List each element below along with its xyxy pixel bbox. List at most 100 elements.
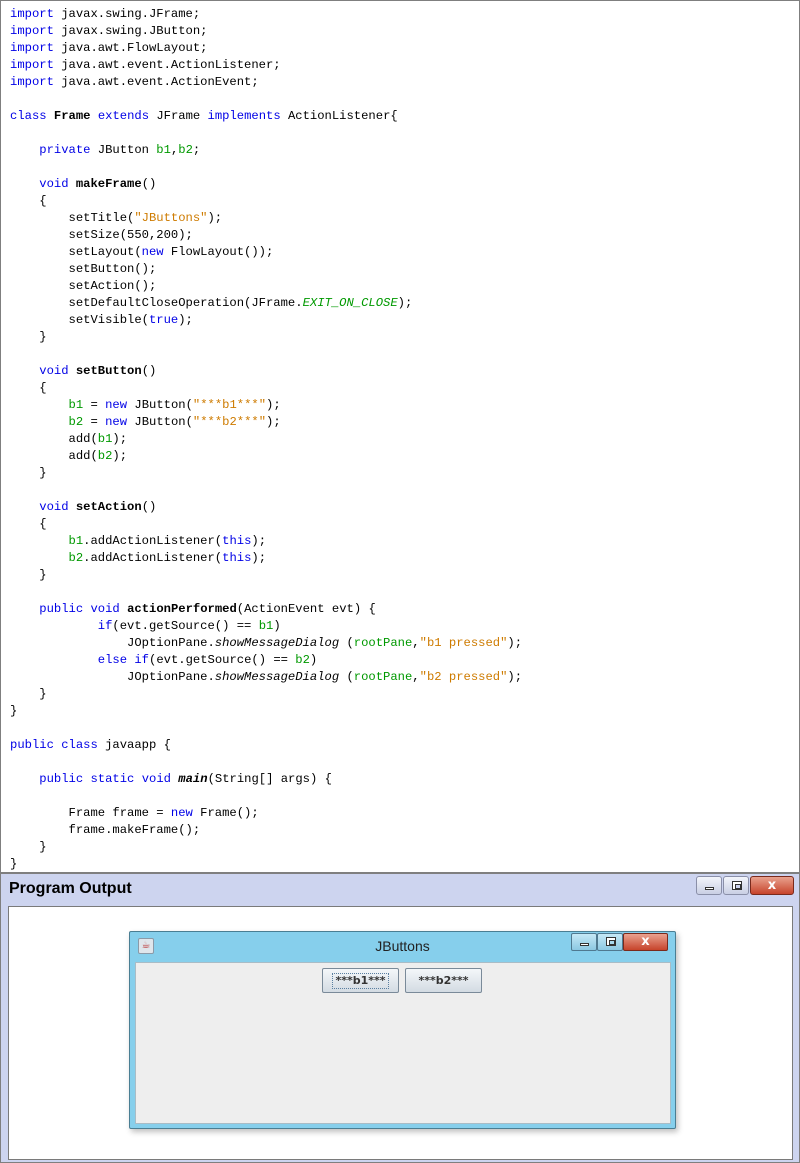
code-line: import java.awt.event.ActionListener; bbox=[10, 57, 522, 74]
code-token: { bbox=[10, 194, 47, 208]
code-token: ); bbox=[178, 313, 193, 327]
code-token: public bbox=[39, 772, 84, 786]
maximize-icon bbox=[732, 881, 742, 890]
code-token: ); bbox=[507, 670, 523, 684]
minimize-icon bbox=[705, 887, 714, 890]
code-line: void setAction() bbox=[10, 499, 522, 516]
code-token: add( bbox=[10, 449, 98, 463]
close-icon: x bbox=[641, 934, 650, 949]
code-token: else bbox=[97, 653, 128, 667]
code-token: , bbox=[412, 670, 420, 684]
code-token: b1 bbox=[68, 398, 84, 412]
code-token: } bbox=[10, 857, 18, 871]
code-token: JButton( bbox=[127, 398, 193, 412]
code-token: setAction(); bbox=[10, 279, 157, 293]
code-token: (evt.getSource() == bbox=[149, 653, 296, 667]
code-token: java.awt.event.ActionEvent; bbox=[53, 75, 259, 89]
code-token: setButton bbox=[75, 364, 142, 378]
code-token: add( bbox=[10, 432, 98, 446]
code-token: JFrame bbox=[149, 109, 208, 123]
code-line: } bbox=[10, 703, 522, 720]
output-window-title: Program Output bbox=[9, 880, 132, 897]
code-token: if bbox=[97, 619, 113, 633]
code-token: Frame frame = bbox=[10, 806, 171, 820]
b2-button[interactable]: ***b2*** bbox=[405, 968, 482, 993]
b1-button-label: ***b1*** bbox=[332, 972, 389, 989]
output-close-button[interactable]: x bbox=[750, 876, 794, 895]
code-token: .addActionListener( bbox=[83, 534, 223, 548]
code-token: "b1 pressed" bbox=[419, 636, 508, 650]
code-token: this bbox=[222, 551, 252, 565]
code-token: makeFrame bbox=[75, 177, 142, 191]
code-token: = bbox=[83, 398, 106, 412]
code-token: } bbox=[10, 704, 18, 718]
code-token: ); bbox=[266, 398, 281, 412]
code-line: import java.awt.event.ActionEvent; bbox=[10, 74, 522, 91]
code-line: setVisible(true); bbox=[10, 312, 522, 329]
code-line: class Frame extends JFrame implements Ac… bbox=[10, 108, 522, 125]
source-code[interactable]: import javax.swing.JFrame; import javax.s… bbox=[10, 6, 523, 872]
code-token: import bbox=[10, 24, 54, 38]
code-token: ); bbox=[397, 296, 413, 310]
code-line: { bbox=[10, 380, 522, 397]
code-token: void bbox=[39, 177, 69, 191]
b1-button[interactable]: ***b1*** bbox=[322, 968, 399, 993]
code-line: add(b1); bbox=[10, 431, 522, 448]
code-token: b1 bbox=[68, 534, 84, 548]
code-token: ( bbox=[339, 636, 354, 650]
code-token: true bbox=[148, 313, 179, 327]
code-token: ); bbox=[207, 211, 223, 225]
output-maximize-button[interactable] bbox=[723, 876, 749, 895]
code-token: = bbox=[83, 415, 106, 429]
code-token: } bbox=[10, 330, 47, 344]
code-token: JButton bbox=[90, 143, 157, 157]
code-token: () bbox=[141, 364, 157, 378]
code-token: frame.makeFrame(); bbox=[10, 823, 201, 837]
jframe-window: ☕ JButtons x ***b1*** ***b2*** bbox=[129, 931, 676, 1129]
code-token: EXIT_ON_CLOSE bbox=[302, 296, 398, 310]
code-token: } bbox=[10, 687, 47, 701]
code-token: class bbox=[61, 738, 98, 752]
jframe-close-button[interactable]: x bbox=[623, 933, 668, 951]
jframe-minimize-button[interactable] bbox=[571, 933, 597, 951]
code-token: setSize(550,200); bbox=[10, 228, 193, 242]
code-line: b2.addActionListener(this); bbox=[10, 550, 522, 567]
close-icon: x bbox=[767, 878, 777, 893]
output-minimize-button[interactable] bbox=[696, 876, 722, 895]
code-token: "***b1***" bbox=[192, 398, 267, 412]
b2-button-label: ***b2*** bbox=[418, 973, 469, 987]
code-token: javax.swing.JButton; bbox=[53, 24, 208, 38]
code-line: Frame frame = new Frame(); bbox=[10, 805, 522, 822]
code-token: ); bbox=[251, 534, 267, 548]
code-token: FlowLayout()); bbox=[163, 245, 274, 259]
code-token: setDefaultCloseOperation(JFrame. bbox=[10, 296, 303, 310]
code-token: void bbox=[39, 364, 69, 378]
code-token: rootPane bbox=[353, 670, 413, 684]
maximize-icon bbox=[606, 937, 616, 946]
code-editor[interactable]: import javax.swing.JFrame; import javax.s… bbox=[0, 0, 800, 873]
code-token: javaapp { bbox=[97, 738, 171, 752]
output-area: ☕ JButtons x ***b1*** ***b2*** bbox=[8, 906, 793, 1160]
code-line: else if(evt.getSource() == b2) bbox=[10, 652, 522, 669]
code-token: JOptionPane. bbox=[10, 636, 215, 650]
code-line: add(b2); bbox=[10, 448, 522, 465]
code-token: , bbox=[412, 636, 420, 650]
jframe-maximize-button[interactable] bbox=[597, 933, 623, 951]
code-token: new bbox=[141, 245, 164, 259]
code-token: setLayout( bbox=[10, 245, 142, 259]
code-token: setTitle( bbox=[10, 211, 135, 225]
code-line: void makeFrame() bbox=[10, 176, 522, 193]
code-token: import bbox=[10, 75, 54, 89]
code-line: import javax.swing.JButton; bbox=[10, 23, 522, 40]
